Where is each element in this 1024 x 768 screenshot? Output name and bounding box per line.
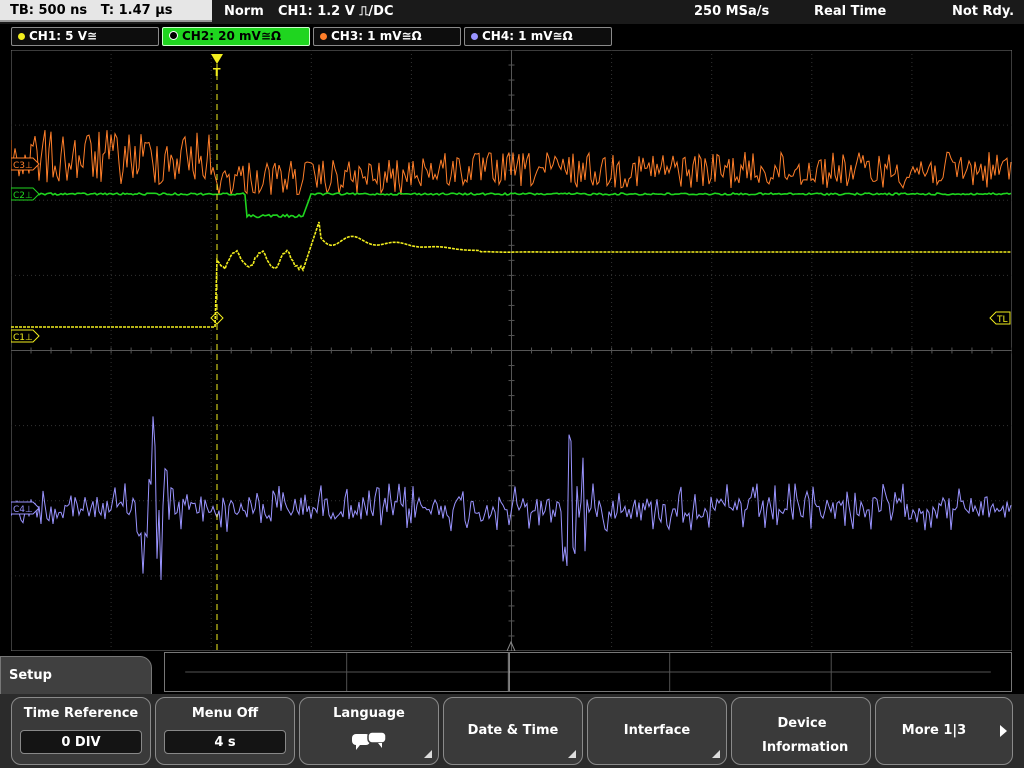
trigger-source[interactable]: CH1: 1.2 V ⎍/DC bbox=[278, 0, 394, 24]
ch1-dot-icon bbox=[18, 33, 25, 40]
ch3-dot-icon bbox=[320, 33, 327, 40]
menu-off-value: 4 s bbox=[164, 730, 286, 754]
language-label: Language bbox=[333, 706, 405, 721]
submenu-corner-icon bbox=[568, 750, 576, 758]
date-time-button[interactable]: Date & Time bbox=[443, 697, 583, 765]
trigger-level-text: TL bbox=[996, 315, 1008, 325]
ch1-offset-marker[interactable]: C1⊥ bbox=[11, 329, 40, 343]
menu-title: Setup bbox=[9, 668, 52, 683]
ch4-offset-marker[interactable]: C4⊥ bbox=[11, 501, 40, 515]
ch4-dot-icon bbox=[471, 33, 478, 40]
ch2-dot-icon bbox=[169, 31, 178, 40]
time-reference-button[interactable]: Time Reference 0 DIV bbox=[11, 697, 151, 765]
time-reference-value: 0 DIV bbox=[20, 730, 142, 754]
submenu-corner-icon bbox=[712, 750, 720, 758]
timebase-box[interactable]: TB: 500 ns T: 1.47 µs bbox=[0, 0, 212, 22]
ch1-label: CH1: 5 V≅ bbox=[29, 29, 98, 43]
interface-button[interactable]: Interface bbox=[587, 697, 727, 765]
ch4-marker-text: C4⊥ bbox=[13, 505, 33, 515]
time-reference-label: Time Reference bbox=[23, 706, 139, 721]
ch3-label: CH3: 1 mV≅Ω bbox=[331, 29, 422, 43]
timebase-readout: TB: 500 ns bbox=[10, 3, 88, 18]
trigger-position-icon[interactable] bbox=[211, 54, 223, 64]
ch2-offset-marker[interactable]: C2⊥ bbox=[11, 187, 40, 201]
arrow-right-icon bbox=[1000, 725, 1007, 737]
acquisition-mode[interactable]: Real Time bbox=[814, 0, 886, 24]
channel-tab-ch4[interactable]: CH4: 1 mV≅Ω bbox=[464, 27, 612, 46]
device-information-label: Device Information bbox=[762, 716, 849, 755]
ch3-marker-text: C3⊥ bbox=[13, 161, 33, 171]
more-button[interactable]: More 1|3 bbox=[875, 697, 1013, 765]
menu-off-button[interactable]: Menu Off 4 s bbox=[155, 697, 295, 765]
date-time-label: Date & Time bbox=[467, 723, 559, 738]
language-button[interactable]: Language bbox=[299, 697, 439, 765]
sample-rate: 250 MSa/s bbox=[694, 4, 770, 19]
trigger-pos-text: T bbox=[213, 66, 221, 79]
trigger-time-readout: T: 1.47 µs bbox=[100, 3, 173, 18]
interface-label: Interface bbox=[623, 723, 691, 738]
trigger-mode[interactable]: Norm bbox=[224, 0, 264, 24]
more-label: More 1|3 bbox=[901, 723, 967, 738]
ch4-label: CH4: 1 mV≅Ω bbox=[482, 29, 573, 43]
trigger-level-marker[interactable]: TL bbox=[989, 311, 1011, 325]
run-state: Not Rdy. bbox=[952, 4, 1015, 19]
device-information-button[interactable]: Device Information bbox=[731, 697, 871, 765]
ch1-marker-text: C1⊥ bbox=[13, 333, 33, 343]
speech-bubble-icon bbox=[352, 731, 387, 750]
channel-tab-ch3[interactable]: CH3: 1 mV≅Ω bbox=[313, 27, 461, 46]
ch2-marker-text: C2⊥ bbox=[13, 191, 33, 201]
channel-tab-ch2[interactable]: CH2: 20 mV≅Ω bbox=[162, 27, 310, 46]
menu-off-label: Menu Off bbox=[191, 706, 259, 721]
channel-tab-ch1[interactable]: CH1: 5 V≅ bbox=[11, 27, 159, 46]
waveform-display[interactable]: T C3⊥ C2⊥ C1⊥ C4⊥ TL bbox=[11, 50, 1012, 651]
ch2-label: CH2: 20 mV≅Ω bbox=[182, 29, 282, 43]
zoom-strip bbox=[164, 652, 1012, 692]
submenu-corner-icon bbox=[424, 750, 432, 758]
ch3-offset-marker[interactable]: C3⊥ bbox=[11, 157, 40, 171]
